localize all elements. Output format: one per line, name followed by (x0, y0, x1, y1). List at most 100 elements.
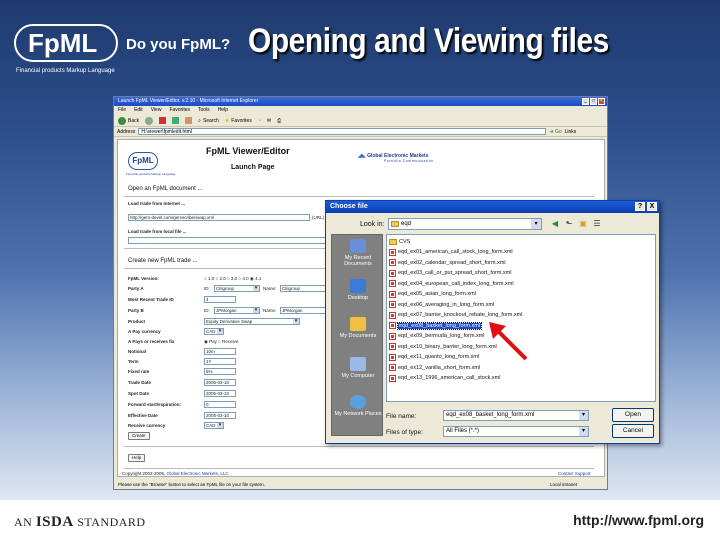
help-icon[interactable]: ? (635, 202, 645, 211)
fixed-rate-input[interactable]: 5% (204, 368, 236, 375)
up-folder-icon[interactable]: ⬑ (564, 219, 574, 229)
party-a-name-input[interactable]: Citigroup (280, 285, 328, 292)
mail-button[interactable]: ✉ (267, 118, 271, 124)
help-button[interactable]: Help (128, 454, 146, 462)
stop-button[interactable] (159, 117, 167, 124)
search-button[interactable]: ⌕ Search (198, 118, 219, 124)
xml-file-icon (389, 248, 396, 256)
place-network[interactable]: My Network Places (332, 395, 384, 417)
chevron-down-icon[interactable]: ▾ (531, 219, 541, 229)
menu-file[interactable]: File (118, 106, 126, 115)
list-item[interactable]: eqd_ex07_barrier_knockout_rebate_long_fo… (389, 310, 522, 320)
field-label: Party B (128, 308, 144, 313)
refresh-button[interactable] (172, 117, 180, 124)
contact-support-link[interactable]: Contact Support (558, 471, 591, 476)
pay-receive-radios[interactable]: ◉ Pay ○ Receive (204, 339, 238, 345)
page-logo-subtitle: Financial products Markup Language (126, 172, 176, 176)
party-b-id-select[interactable]: JPMorgan (214, 307, 260, 314)
place-recent[interactable]: My Recent Documents (332, 239, 384, 267)
new-folder-icon[interactable]: ▣ (578, 219, 588, 229)
place-label: My Recent Documents (344, 255, 372, 267)
menu-tools[interactable]: Tools (198, 106, 210, 115)
view-menu-icon[interactable]: ☰ (592, 219, 602, 229)
list-item[interactable]: eqd_ex10_binary_barrier_long_form.xml (389, 342, 497, 352)
home-icon (185, 117, 193, 124)
history-button[interactable]: ◔ (258, 118, 261, 124)
receive-currency-select[interactable]: CAD (204, 422, 224, 429)
favorites-label: Favorites (231, 117, 252, 124)
home-button[interactable] (185, 117, 193, 124)
list-item[interactable]: eqd_ex01_american_call_stock_long_form.x… (389, 247, 513, 257)
open-button[interactable]: Open (612, 408, 654, 422)
place-my-computer[interactable]: My Computer (332, 357, 384, 379)
dialog-close-icon[interactable]: X (647, 202, 657, 211)
party-b-name-input[interactable]: JPMorgan (280, 307, 328, 314)
field-label: Product (128, 319, 146, 324)
list-item[interactable]: CVS (389, 237, 410, 247)
status-text: Please use the "Browse" button to select… (118, 482, 265, 487)
field-label: Spot Date (128, 391, 150, 396)
maximize-icon[interactable]: □ (590, 98, 597, 105)
internet-url-input[interactable]: http://gem-devel.com/gemscribe/swap.xml (128, 214, 310, 221)
menu-help[interactable]: Help (218, 106, 228, 115)
go-button[interactable]: ➜ Go (549, 129, 561, 135)
menu-bar: File Edit View Favorites Tools Help (114, 106, 607, 115)
chevron-down-icon[interactable]: ▾ (579, 411, 588, 420)
menu-edit[interactable]: Edit (134, 106, 143, 115)
load-internet-label: Load trade from Internet ... (128, 201, 186, 206)
list-item[interactable]: eqd_ex09_bermuda_long_form.xml (389, 331, 485, 341)
pay-currency-select[interactable]: CAD (204, 328, 224, 335)
close-icon[interactable]: × (598, 98, 605, 105)
place-label: My Computer (341, 373, 375, 379)
list-item[interactable]: eqd_ex13_1996_american_call_stock.xml (389, 373, 500, 383)
list-item[interactable]: eqd_ex02_calendar_spread_short_form.xml (389, 258, 506, 268)
field-label: Trade Date (128, 380, 152, 385)
menu-view[interactable]: View (151, 106, 162, 115)
list-item-selected[interactable]: eqd_ex08_basket_long_form.xml (389, 321, 483, 331)
list-item[interactable]: eqd_ex12_vanilla_short_form.xml (389, 363, 480, 373)
minimize-icon[interactable]: _ (582, 98, 589, 105)
list-item[interactable]: eqd_ex11_quanto_long_form.xml (389, 352, 479, 362)
place-desktop[interactable]: Desktop (332, 279, 384, 301)
party-a-id-select[interactable]: Citigroup (214, 285, 260, 292)
field-label: Notional (128, 349, 146, 354)
place-my-documents[interactable]: My Documents (332, 317, 384, 339)
fpml-version-radios[interactable]: ○ 1.0 ○ 2.0 ○ 3.0 ○ 4.0 ◉ 4.1 (204, 276, 261, 282)
spot-date-input[interactable]: 2005-03-10 (204, 390, 236, 397)
address-input[interactable]: H:\viewer\fpmledit.html (138, 128, 547, 135)
links-button[interactable]: Links (565, 129, 577, 135)
list-item[interactable]: eqd_ex06_averaging_in_long_form.xml (389, 300, 494, 310)
network-places-icon (350, 395, 366, 409)
look-in-value: eqd (401, 221, 412, 227)
favorites-button[interactable]: ★ Favorites (225, 118, 252, 124)
list-item[interactable]: eqd_ex03_call_or_put_spread_short_form.x… (389, 268, 511, 278)
back-button[interactable]: Back (118, 116, 139, 125)
notional-input[interactable]: 10m (204, 348, 236, 355)
forward-start-input[interactable]: 0 (204, 401, 236, 408)
list-item[interactable]: eqd_ex04_european_call_index_long_form.x… (389, 279, 514, 289)
address-bar: Address H:\viewer\fpmledit.html ➜ Go Lin… (114, 127, 607, 137)
trade-date-input[interactable]: 2005-03-10 (204, 379, 236, 386)
forward-button[interactable] (145, 116, 154, 125)
trade-id-input[interactable]: 4 (204, 296, 236, 303)
product-select[interactable]: Equity Derivative Swap (204, 318, 300, 325)
field-label: Receive currency (128, 423, 166, 428)
list-item[interactable]: eqd_ex05_asian_long_form.xml (389, 289, 476, 299)
term-input[interactable]: 1Y (204, 358, 236, 365)
back-icon[interactable]: ◀ (550, 219, 560, 229)
address-label: Address (117, 128, 136, 135)
create-button[interactable]: Create (128, 432, 150, 440)
my-computer-icon (350, 357, 366, 371)
effective-date-input[interactable]: 2005-03-10 (204, 412, 236, 419)
chevron-down-icon[interactable]: ▾ (579, 427, 588, 436)
place-label: My Documents (339, 333, 377, 339)
local-file-input[interactable] (128, 237, 328, 244)
file-name-input[interactable]: eqd_ex08_basket_long_form.xml ▾ (443, 410, 589, 421)
field-label: Forward start/expiration: (128, 402, 182, 407)
print-button[interactable]: ⎙ (277, 118, 281, 124)
look-in-select[interactable]: eqd ▾ (388, 218, 542, 230)
copyright-link[interactable]: Global Electronic Markets, LLC (167, 471, 229, 476)
file-type-select[interactable]: All Files (*.*) ▾ (443, 426, 589, 437)
cancel-button[interactable]: Cancel (612, 424, 654, 438)
menu-favorites[interactable]: Favorites (169, 106, 190, 115)
